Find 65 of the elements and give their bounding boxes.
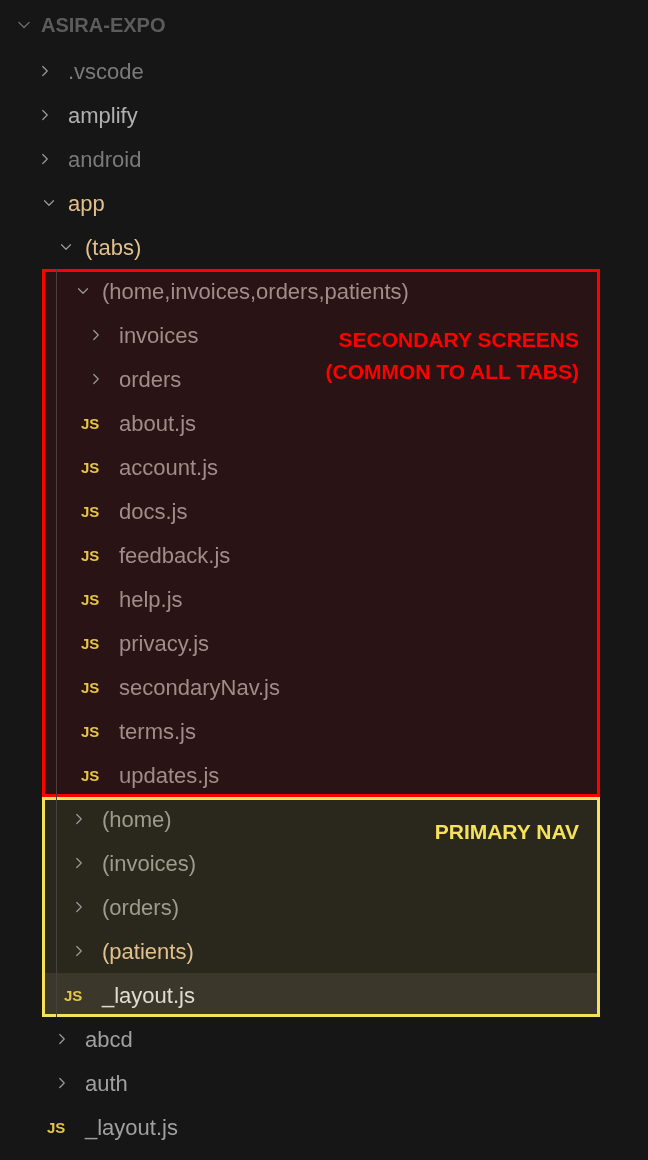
tree-row[interactable]: JS updates.js (42, 753, 220, 797)
tree-row[interactable]: JS _layout.js (0, 1105, 178, 1149)
tree-row[interactable]: (patients) (42, 929, 194, 973)
js-file-icon: JS (81, 415, 100, 431)
tree-row[interactable]: invoices (42, 313, 199, 357)
js-file-icon: JS (81, 767, 100, 783)
tree-row[interactable]: JS docs.js (42, 489, 188, 533)
tree-row[interactable]: android (0, 137, 142, 181)
js-file-icon: JS (81, 723, 100, 739)
folder-name: (orders) (102, 893, 179, 922)
folder-name: app (68, 189, 105, 218)
file-name: terms.js (119, 717, 196, 746)
js-file-icon: JS (81, 591, 100, 607)
folder-name: (patients) (102, 937, 194, 966)
js-file-icon: JS (81, 679, 100, 695)
tree-row[interactable]: JS about.js (42, 401, 197, 445)
folder-name: .vscode (68, 57, 144, 86)
folder-name: invoices (119, 321, 199, 350)
annotation-label: (COMMON TO ALL TABS) (325, 359, 579, 385)
file-name: feedback.js (119, 541, 231, 570)
file-name: help.js (119, 585, 183, 614)
tree-row[interactable]: orders (42, 357, 182, 401)
js-file-icon: JS (81, 503, 100, 519)
file-name: secondaryNav.js (119, 673, 280, 702)
file-name: _layout.js (102, 981, 195, 1010)
tree-row[interactable]: app (0, 181, 105, 225)
tree-row[interactable]: (invoices) (42, 841, 197, 885)
tree-row[interactable]: (home,invoices,orders,patients) (42, 269, 409, 313)
tree-row[interactable]: (tabs) (0, 225, 142, 269)
annotation-label: SECONDARY SCREENS (338, 327, 579, 353)
folder-name: orders (119, 365, 182, 394)
tree-row[interactable]: (home) (42, 797, 172, 841)
folder-name: (home) (102, 805, 172, 834)
tree-row[interactable]: JS feedback.js (42, 533, 231, 577)
tree-row[interactable]: abcd (0, 1017, 133, 1061)
js-file-icon: JS (81, 547, 100, 563)
file-name: account.js (119, 453, 219, 482)
tree-row[interactable]: amplify (0, 93, 138, 137)
tree-row[interactable]: JS account.js (42, 445, 219, 489)
annotation-label: PRIMARY NAV (434, 819, 579, 845)
tree-row[interactable]: (orders) (42, 885, 179, 929)
js-file-icon: JS (64, 987, 83, 1003)
tree-row[interactable]: JS terms.js (42, 709, 196, 753)
folder-name: android (68, 145, 142, 174)
file-name: updates.js (119, 761, 220, 790)
tree-row[interactable]: JS _layout.js (42, 973, 600, 1017)
tree-row[interactable]: JS secondaryNav.js (42, 665, 280, 709)
file-name: about.js (119, 409, 197, 438)
folder-name: amplify (68, 101, 138, 130)
file-name: docs.js (119, 497, 188, 526)
tree-row[interactable]: .vscode (0, 49, 144, 93)
folder-name: (home,invoices,orders,patients) (102, 277, 409, 306)
js-file-icon: JS (47, 1119, 66, 1135)
tree-row[interactable]: auth (0, 1061, 128, 1105)
js-file-icon: JS (81, 635, 100, 651)
tree-row[interactable]: JS privacy.js (42, 621, 210, 665)
file-name: privacy.js (119, 629, 210, 658)
file-name: _layout.js (85, 1113, 178, 1142)
folder-name: (tabs) (85, 233, 142, 262)
folder-name: auth (85, 1069, 128, 1098)
tree-row[interactable]: JS help.js (42, 577, 183, 621)
project-title: ASIRA-EXPO (41, 12, 166, 38)
folder-name: abcd (85, 1025, 133, 1054)
js-file-icon: JS (81, 459, 100, 475)
folder-name: (invoices) (102, 849, 197, 878)
